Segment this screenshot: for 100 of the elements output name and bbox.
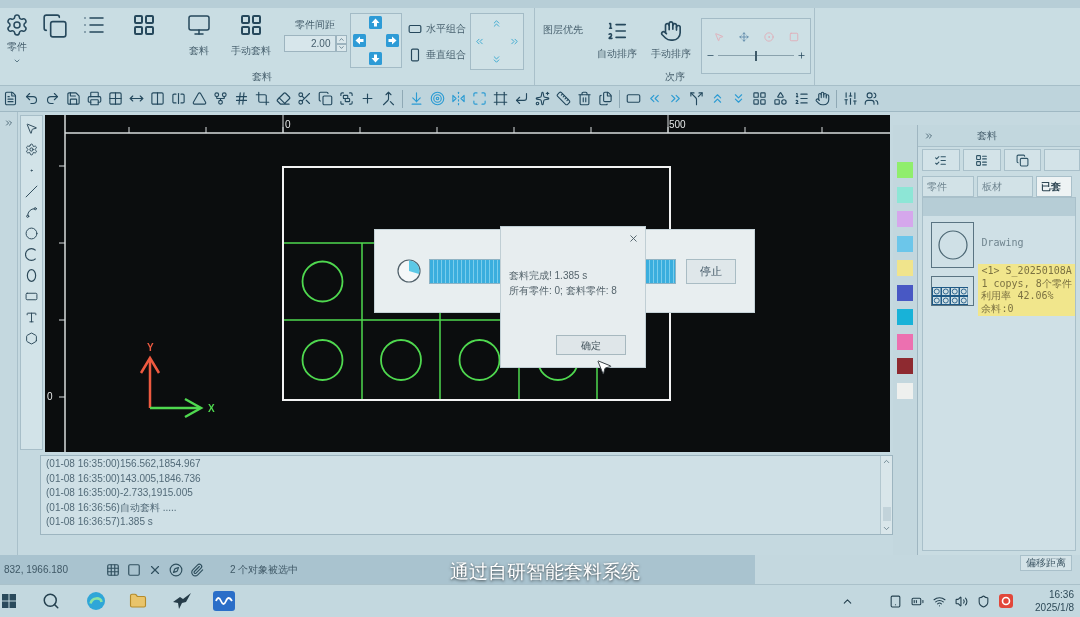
panel-tab[interactable]: 板材 <box>977 176 1033 197</box>
pointer-icon[interactable] <box>25 122 38 135</box>
item-details[interactable]: Drawing <box>978 222 1075 251</box>
scroll-down-icon[interactable] <box>882 524 891 533</box>
x-axis-arrow <box>150 397 204 419</box>
search-icon[interactable] <box>42 592 60 610</box>
color-swatch[interactable] <box>897 309 913 325</box>
down-arrow-icon[interactable] <box>369 51 383 65</box>
plus-icon[interactable] <box>797 51 806 60</box>
blocks-icon[interactable] <box>752 91 767 106</box>
rectangle-icon[interactable] <box>626 91 641 106</box>
square-icon[interactable] <box>126 562 141 577</box>
arc-icon[interactable] <box>25 248 38 261</box>
crop-icon[interactable] <box>255 91 270 106</box>
scissors-icon[interactable] <box>297 91 312 106</box>
merge-icon[interactable] <box>381 91 396 106</box>
tablet-icon[interactable] <box>889 594 903 608</box>
bird-icon[interactable] <box>173 593 191 609</box>
print-icon[interactable] <box>87 91 102 106</box>
sparkle-icon[interactable] <box>535 91 550 106</box>
wifi-icon[interactable] <box>933 594 947 608</box>
numbered-list-icon[interactable] <box>794 91 809 106</box>
split-square-icon[interactable] <box>171 91 186 106</box>
wave-tile-icon[interactable] <box>213 591 235 611</box>
fork-icon[interactable] <box>213 91 228 106</box>
spacing-input[interactable]: 2.00 <box>283 35 336 52</box>
color-swatch[interactable] <box>897 284 913 301</box>
panel-button[interactable] <box>1003 149 1042 171</box>
left-arrow-icon[interactable] <box>352 34 366 47</box>
files-icon[interactable] <box>598 91 613 106</box>
part-thumbnail[interactable] <box>931 222 975 268</box>
ok-button[interactable]: 确定 <box>556 335 626 355</box>
ribbon-button[interactable]: 套料 <box>182 13 216 57</box>
volume-icon[interactable] <box>955 594 969 608</box>
scroll-thumb[interactable] <box>882 507 891 521</box>
line-icon[interactable] <box>25 185 38 198</box>
save-icon[interactable] <box>66 91 81 106</box>
panel-button[interactable] <box>922 149 960 171</box>
curve-icon[interactable] <box>25 206 38 219</box>
color-swatch[interactable] <box>897 333 913 350</box>
plus-icon[interactable] <box>360 91 375 106</box>
color-swatch[interactable] <box>897 382 913 399</box>
redo-icon[interactable] <box>45 91 60 106</box>
hand-icon[interactable] <box>815 91 830 106</box>
compass-icon[interactable] <box>168 562 183 577</box>
close-button[interactable] <box>628 233 639 244</box>
color-swatch[interactable] <box>897 162 913 178</box>
trash-icon[interactable] <box>577 91 592 106</box>
clock-date[interactable]: 2025/1/8 <box>1035 601 1074 614</box>
grid-icon[interactable] <box>105 562 120 577</box>
four-squares-icon[interactable] <box>2 594 16 608</box>
gear-icon[interactable] <box>25 143 38 156</box>
scrollbar[interactable] <box>880 456 892 534</box>
panel-tab[interactable]: 零件 <box>922 176 974 197</box>
copy-icon[interactable] <box>318 91 333 106</box>
option-label[interactable]: 图层优先 <box>543 24 587 36</box>
color-swatch[interactable] <box>897 211 913 227</box>
columns-icon[interactable] <box>150 91 165 106</box>
panel-button[interactable] <box>962 149 1001 171</box>
color-swatch[interactable] <box>897 235 913 252</box>
ruler-icon[interactable] <box>556 91 571 106</box>
text-tool-icon[interactable] <box>25 311 38 324</box>
color-swatch[interactable] <box>897 358 913 374</box>
triangle-icon[interactable] <box>192 91 207 106</box>
clock-time[interactable]: 16:36 <box>1048 588 1074 601</box>
corner-icon[interactable] <box>514 91 529 106</box>
right-arrow-icon[interactable] <box>386 34 400 47</box>
offset-button[interactable]: 偏移距离 <box>1020 555 1072 571</box>
ellipse-icon[interactable] <box>25 269 38 282</box>
grid-icon[interactable] <box>108 91 123 106</box>
color-swatch[interactable] <box>897 260 913 276</box>
shapes-icon[interactable] <box>773 91 788 106</box>
combine-button[interactable]: 水平组合 <box>408 22 466 36</box>
panel-tab[interactable]: 已套 <box>1036 176 1072 197</box>
hexagon-icon[interactable] <box>25 332 38 345</box>
ribbon-button[interactable]: 手动套料 <box>226 13 276 57</box>
sheet-thumbnail[interactable] <box>931 276 975 306</box>
shield-icon[interactable] <box>977 594 991 608</box>
ribbon-button[interactable]: 零件 <box>2 13 32 65</box>
color-swatch[interactable] <box>897 186 913 203</box>
ring-tile-icon[interactable] <box>999 594 1014 608</box>
circle-icon[interactable] <box>25 227 38 240</box>
ribbon-button[interactable]: 手动排序 <box>651 20 691 60</box>
up-arrow-icon[interactable] <box>369 16 383 30</box>
users-icon[interactable] <box>864 91 879 106</box>
stop-button[interactable]: 停止 <box>686 258 736 284</box>
ribbon-button[interactable]: 自动排序 <box>597 20 637 60</box>
rectangle-icon[interactable] <box>25 290 38 303</box>
hash-icon[interactable] <box>234 91 249 106</box>
combine-button[interactable]: 垂直组合 <box>408 48 466 62</box>
circle-dot-icon[interactable] <box>763 31 774 42</box>
paperclip-icon[interactable] <box>189 562 204 577</box>
frame-icon[interactable] <box>493 91 508 106</box>
file-icon[interactable] <box>3 91 18 106</box>
eraser-icon[interactable] <box>276 91 291 106</box>
group-icon[interactable] <box>339 91 354 106</box>
undo-icon[interactable] <box>24 91 39 106</box>
split-icon[interactable] <box>689 91 704 106</box>
sliders-icon[interactable] <box>843 91 858 106</box>
item-details[interactable]: <1> S_20250108A 1 copys, 8个零件 利用率 42.06% 余料:0 <box>978 264 1075 316</box>
